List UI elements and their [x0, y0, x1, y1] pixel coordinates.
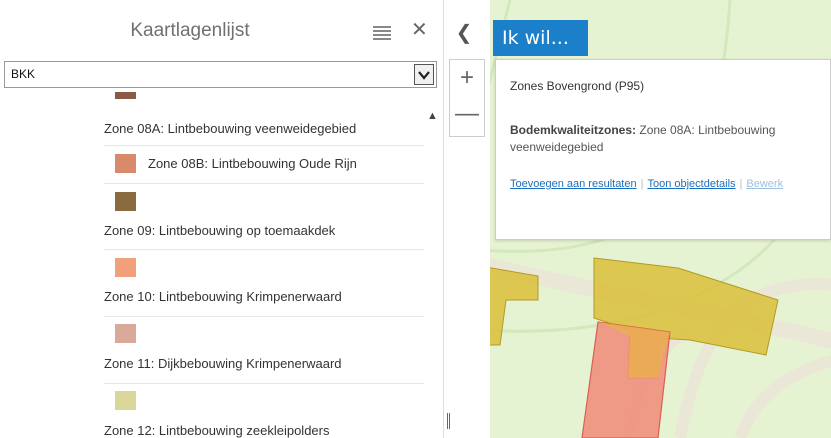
divider — [104, 383, 424, 384]
divider — [104, 145, 424, 146]
legend-label: Zone 10: Lintbebouwing Krimpenerwaard — [104, 289, 342, 304]
zoom-out-button[interactable]: — — [450, 98, 484, 134]
resize-grip-icon[interactable] — [447, 413, 452, 429]
legend-swatch — [115, 192, 136, 211]
legend-swatch — [115, 258, 136, 277]
zoom-control: + — — [449, 59, 485, 137]
chevron-down-icon[interactable] — [414, 64, 434, 85]
popup-actions: Toevoegen aan resultaten | Toon objectdeta… — [510, 178, 783, 190]
legend-label: Zone 09: Lintbebouwing op toemaakdek — [104, 223, 336, 238]
ik-wil-button[interactable]: Ik wil... — [493, 20, 588, 56]
layer-select[interactable]: BKK — [4, 61, 437, 88]
chevron-left-icon[interactable]: ❮ — [446, 18, 482, 48]
panel-title: Kaartlagenlijst — [130, 20, 250, 41]
legend-label: Zone 11: Dijkbebouwing Krimpenerwaard — [104, 356, 342, 371]
legend-swatch — [115, 92, 136, 99]
menu-icon[interactable] — [373, 26, 391, 40]
legend-swatch — [115, 391, 136, 410]
add-to-results-link[interactable]: Toevoegen aan resultaten — [510, 178, 637, 190]
zoom-in-button[interactable]: + — [450, 60, 484, 96]
edit-link[interactable]: Bewerk — [746, 178, 783, 190]
legend-list: Zone 08A: Lintbebouwing veenweidegebied … — [0, 92, 427, 438]
divider: | — [640, 178, 644, 190]
divider — [104, 183, 424, 184]
divider: | — [739, 178, 743, 190]
popup-title: Zones Bovengrond (P95) — [510, 79, 645, 93]
legend-label: Zone 12: Lintbebouwing zeekleipolders — [104, 423, 330, 438]
popup-attribute: Bodemkwaliteitzones: Zone 08A: Lintbebou… — [510, 122, 830, 156]
close-icon[interactable]: ✕ — [411, 19, 428, 41]
legend-label: Zone 08A: Lintbebouwing veenweidegebied — [104, 121, 357, 136]
layer-select-value: BKK — [11, 67, 36, 81]
feature-info-popup: Zones Bovengrond (P95) Bodemkwaliteitzon… — [495, 59, 831, 240]
object-details-link[interactable]: Toon objectdetails — [647, 178, 735, 190]
panel-header: Kaartlagenlijst ✕ — [0, 0, 443, 60]
divider — [104, 249, 424, 250]
divider — [104, 316, 424, 317]
scroll-up-arrow-icon[interactable]: ▲ — [427, 110, 438, 122]
legend-label: Zone 08B: Lintbebouwing Oude Rijn — [148, 156, 357, 171]
layer-list-panel: Kaartlagenlijst ✕ BKK Zone 08A: Lintbebo… — [0, 0, 443, 438]
legend-swatch — [115, 324, 136, 343]
legend-swatch — [115, 154, 136, 173]
attribute-key: Bodemkwaliteitzones: — [510, 123, 637, 137]
